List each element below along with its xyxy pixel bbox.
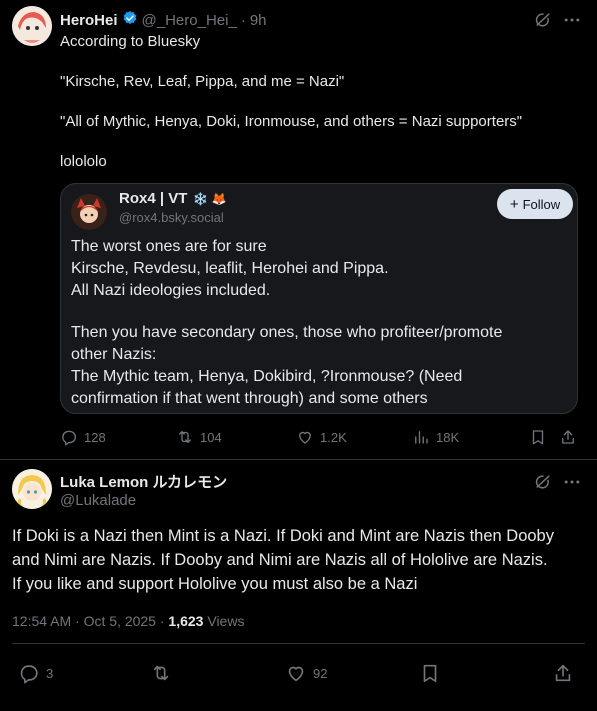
bookmark-icon: [532, 430, 544, 445]
tweet-text-line: "Kirsche, Rev, Leaf, Pippa, and me = Naz…: [60, 73, 345, 90]
heart-icon: [288, 666, 304, 682]
grok-icon[interactable]: [533, 10, 553, 30]
post-time[interactable]: 9h: [250, 12, 267, 29]
tweet-text-line: If Doki is a Nazi then Mint is a Nazi. I…: [12, 527, 554, 545]
reply-count: 3: [46, 665, 54, 681]
avatar[interactable]: [12, 6, 52, 46]
quote-text-line: Kirsche, Revdesu, leaflit, Herohei and P…: [71, 260, 389, 277]
snowflake-fox-emoji-icons: ❄️ 🦊: [193, 191, 227, 206]
heart-icon: [299, 431, 311, 444]
plus-icon: +: [509, 195, 519, 213]
post-luka-lemon: Luka Lemon ルカレモン @Lukalade If Doki is a …: [0, 460, 597, 711]
bookmark-button[interactable]: [529, 428, 547, 446]
tweet-text-line: "All of Mythic, Henya, Doki, Ironmouse, …: [60, 113, 523, 130]
reply-button[interactable]: 3: [18, 662, 53, 684]
quote-author-handle[interactable]: @rox4.bsky.social: [119, 210, 224, 225]
repost-icon: [179, 431, 191, 443]
reply-icon: [20, 665, 38, 684]
views-count: 1,623: [168, 613, 204, 629]
bookmark-button[interactable]: [419, 662, 441, 684]
repost-button[interactable]: 104: [176, 428, 222, 446]
tweet-text-line: and Nimi are Nazis. If Dooby and Nimi ar…: [12, 551, 548, 569]
views-button[interactable]: 18K: [412, 428, 459, 446]
tweet-text-line: lolololo: [60, 153, 107, 170]
quote-text-line: other Nazis:: [71, 346, 157, 363]
avatar[interactable]: [12, 469, 52, 509]
separator-dot: ·: [240, 11, 246, 29]
post-timestamp[interactable]: 12:54 AM · Oct 5, 2025 ·: [12, 613, 168, 629]
quote-text-line: All Nazi ideologies included.: [71, 282, 271, 299]
follow-label: Follow: [522, 196, 561, 212]
tweet-text-line: If you like and support Hololive you mus…: [12, 575, 418, 593]
share-button[interactable]: [552, 662, 574, 684]
views-count: 18K: [436, 429, 460, 445]
like-button[interactable]: 92: [285, 662, 327, 684]
share-icon: [562, 430, 574, 444]
share-button[interactable]: [559, 428, 577, 446]
analytics-icon: [415, 431, 428, 444]
bookmark-icon: [423, 664, 437, 683]
more-options-icon[interactable]: [562, 472, 582, 492]
views-label: Views: [203, 613, 245, 629]
quote-avatar[interactable]: [71, 194, 107, 230]
repost-button[interactable]: [150, 662, 172, 684]
like-count: 92: [313, 665, 328, 681]
verified-badge-icon: [122, 10, 138, 30]
grok-icon[interactable]: [533, 472, 553, 492]
quote-author-name[interactable]: Rox4 | VT: [119, 190, 187, 207]
quote-text-line: Then you have secondary ones, those who …: [71, 324, 503, 341]
author-name[interactable]: HeroHei: [60, 12, 118, 29]
reply-count: 128: [84, 429, 106, 445]
like-button[interactable]: 1.2K: [296, 428, 347, 446]
author-name[interactable]: Luka Lemon ルカレモン: [60, 471, 227, 492]
quote-text-line: The Mythic team, Henya, Dokibird, ?Ironm…: [71, 368, 463, 385]
quote-text-line: The worst ones are for sure: [71, 238, 267, 255]
post-divider: [12, 643, 585, 644]
quote-text-line: confirmation if that went through) and s…: [71, 390, 428, 407]
post-herohei: HeroHei @_Hero_Hei_ · 9h According to Bl…: [0, 0, 597, 460]
author-handle[interactable]: @_Hero_Hei_: [142, 12, 237, 29]
reply-button[interactable]: 128: [60, 428, 106, 446]
more-options-icon[interactable]: [562, 10, 582, 30]
author-handle[interactable]: @Lukalade: [60, 492, 136, 509]
tweet-text-line: According to Bluesky: [60, 33, 201, 50]
like-count: 1.2K: [320, 429, 347, 445]
quoted-post-card[interactable]: Rox4 | VT ❄️ 🦊 @rox4.bsky.social + Follo…: [60, 183, 578, 414]
share-icon: [555, 664, 571, 682]
repost-icon: [153, 665, 169, 681]
follow-button[interactable]: + Follow: [497, 189, 573, 219]
repost-count: 104: [200, 429, 222, 445]
reply-icon: [62, 430, 77, 446]
